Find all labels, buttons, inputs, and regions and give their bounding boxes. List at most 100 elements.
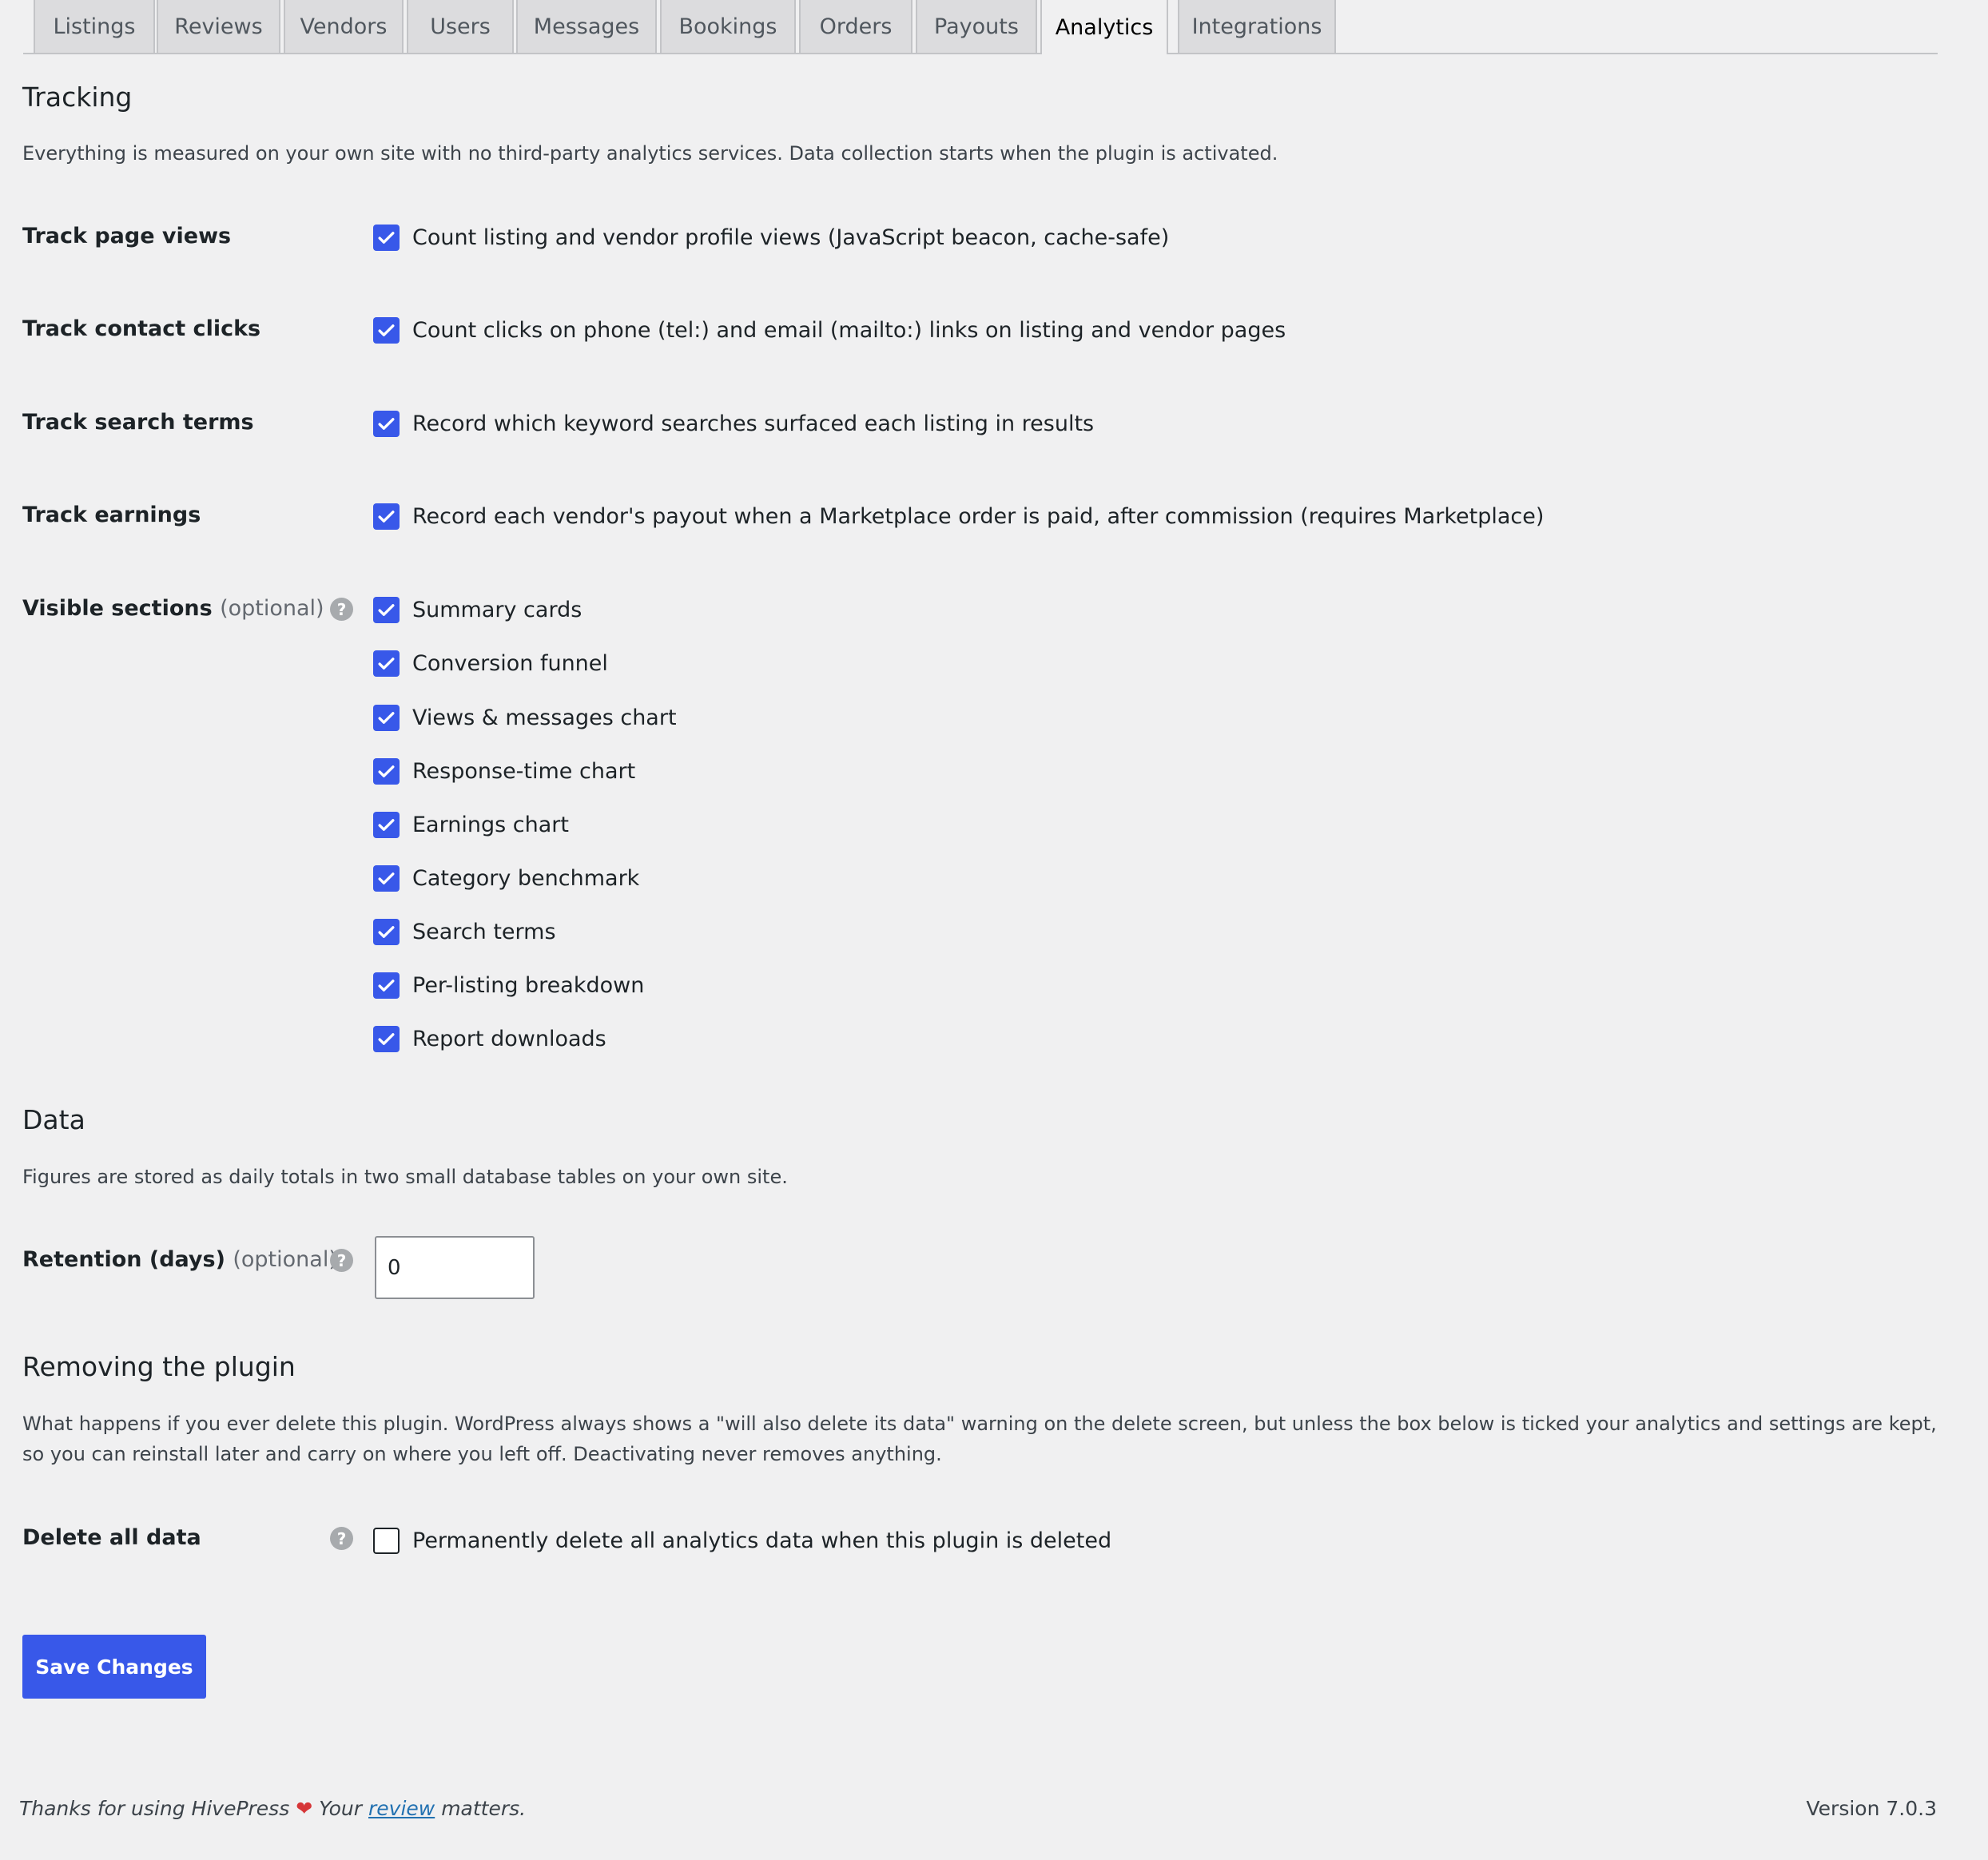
heart-icon: ❤ bbox=[296, 1797, 313, 1820]
tab-orders[interactable]: Orders bbox=[799, 0, 912, 53]
track-earnings-text: Record each vendor's payout when a Marke… bbox=[412, 503, 1545, 529]
tab-label: Bookings bbox=[678, 14, 777, 39]
section-checkbox[interactable] bbox=[373, 972, 400, 999]
version-text: Version 7.0.3 bbox=[1806, 1797, 1938, 1820]
checkmark-icon bbox=[378, 603, 395, 616]
checkmark-icon bbox=[378, 765, 395, 777]
save-changes-button[interactable]: Save Changes bbox=[22, 1635, 206, 1699]
tab-bookings[interactable]: Bookings bbox=[660, 0, 796, 53]
retention-days-input[interactable] bbox=[375, 1236, 535, 1299]
tab-messages[interactable]: Messages bbox=[516, 0, 657, 53]
tab-payouts[interactable]: Payouts bbox=[916, 0, 1037, 53]
checkmark-icon bbox=[378, 231, 395, 244]
track-contact-clicks-text: Count clicks on phone (tel:) and email (… bbox=[412, 317, 1286, 343]
track-earnings-option[interactable]: Record each vendor's payout when a Marke… bbox=[373, 500, 1544, 532]
settings-page: Listings Reviews Vendors Users Messages … bbox=[0, 0, 1988, 1860]
settings-tab-bar: Listings Reviews Vendors Users Messages … bbox=[23, 0, 1938, 54]
tab-label: Vendors bbox=[300, 14, 388, 39]
checkmark-icon bbox=[378, 510, 395, 523]
section-checkbox[interactable] bbox=[373, 757, 400, 785]
tab-users[interactable]: Users bbox=[407, 0, 514, 53]
section-checkbox[interactable] bbox=[373, 864, 400, 892]
footer-thanks: Thanks for using HivePress ❤ Your review… bbox=[19, 1797, 526, 1820]
section-option-label: Response-time chart bbox=[412, 758, 636, 784]
section-option-label: Conversion funnel bbox=[412, 650, 608, 676]
section-option-report-downloads[interactable]: Report downloads bbox=[373, 1023, 606, 1055]
checkmark-icon bbox=[378, 979, 395, 992]
section-option-label: Category benchmark bbox=[412, 865, 640, 891]
track-page-views-label: Track page views bbox=[22, 224, 232, 248]
section-option-label: Earnings chart bbox=[412, 812, 569, 837]
track-page-views-text: Count listing and vendor profile views (… bbox=[412, 225, 1170, 250]
removing-description: What happens if you ever delete this plu… bbox=[22, 1413, 1937, 1465]
checkmark-icon bbox=[378, 872, 395, 884]
data-heading: Data bbox=[22, 1104, 85, 1135]
section-option-label: Views & messages chart bbox=[412, 705, 677, 730]
checkmark-icon bbox=[378, 1032, 395, 1045]
tab-reviews[interactable]: Reviews bbox=[157, 0, 280, 53]
track-page-views-checkbox[interactable] bbox=[373, 224, 400, 251]
section-checkbox[interactable] bbox=[373, 1025, 400, 1052]
tab-label: Integrations bbox=[1191, 14, 1322, 39]
help-icon[interactable]: ? bbox=[330, 598, 353, 621]
section-option-label: Per-listing breakdown bbox=[412, 972, 645, 998]
section-checkbox[interactable] bbox=[373, 596, 400, 623]
section-option-search-terms[interactable]: Search terms bbox=[373, 916, 556, 948]
optional-tag: (optional) bbox=[233, 1247, 337, 1272]
section-option-earnings-chart[interactable]: Earnings chart bbox=[373, 809, 569, 841]
track-contact-clicks-option[interactable]: Count clicks on phone (tel:) and email (… bbox=[373, 314, 1286, 346]
tracking-description: Everything is measured on your own site … bbox=[22, 142, 1278, 165]
tab-vendors[interactable]: Vendors bbox=[284, 0, 404, 53]
retention-label: Retention (days) (optional) bbox=[22, 1247, 337, 1272]
delete-all-data-option[interactable]: Permanently delete all analytics data wh… bbox=[373, 1524, 1111, 1556]
section-option-views-messages-chart[interactable]: Views & messages chart bbox=[373, 701, 677, 733]
visible-sections-label: Visible sections (optional) bbox=[22, 596, 324, 621]
checkmark-icon bbox=[378, 818, 395, 831]
delete-all-data-text: Permanently delete all analytics data wh… bbox=[412, 1528, 1112, 1553]
checkmark-icon bbox=[378, 925, 395, 938]
section-option-category-benchmark[interactable]: Category benchmark bbox=[373, 862, 639, 894]
section-option-conversion-funnel[interactable]: Conversion funnel bbox=[373, 647, 608, 679]
review-link[interactable]: review bbox=[368, 1797, 435, 1820]
section-option-label: Summary cards bbox=[412, 597, 582, 622]
section-option-per-listing-breakdown[interactable]: Per-listing breakdown bbox=[373, 969, 644, 1001]
track-search-terms-label: Track search terms bbox=[22, 410, 254, 435]
tab-label: Listings bbox=[53, 14, 136, 39]
track-page-views-option[interactable]: Count listing and vendor profile views (… bbox=[373, 221, 1169, 253]
tab-label: Orders bbox=[819, 14, 893, 39]
help-icon[interactable]: ? bbox=[330, 1527, 353, 1550]
track-search-terms-text: Record which keyword searches surfaced e… bbox=[412, 411, 1095, 436]
optional-tag: (optional) bbox=[220, 596, 324, 621]
section-option-label: Report downloads bbox=[412, 1026, 606, 1051]
retention-label-text: Retention (days) bbox=[22, 1247, 225, 1272]
tab-analytics[interactable]: Analytics bbox=[1040, 0, 1168, 54]
checkmark-icon bbox=[378, 657, 395, 670]
tab-label: Users bbox=[430, 14, 491, 39]
delete-all-data-checkbox[interactable] bbox=[373, 1527, 400, 1554]
data-description: Figures are stored as daily totals in tw… bbox=[22, 1166, 788, 1188]
section-option-response-time-chart[interactable]: Response-time chart bbox=[373, 755, 635, 787]
tab-label: Payouts bbox=[934, 14, 1019, 39]
footer-thanks-text: Thanks for using HivePress bbox=[19, 1797, 290, 1820]
track-search-terms-option[interactable]: Record which keyword searches surfaced e… bbox=[373, 407, 1094, 439]
help-icon[interactable]: ? bbox=[330, 1249, 353, 1272]
section-checkbox[interactable] bbox=[373, 918, 400, 945]
delete-all-data-label: Delete all data bbox=[22, 1525, 201, 1550]
section-checkbox[interactable] bbox=[373, 704, 400, 731]
tab-listings[interactable]: Listings bbox=[34, 0, 155, 53]
tab-label: Reviews bbox=[174, 14, 263, 39]
checkmark-icon bbox=[378, 417, 395, 430]
checkmark-icon bbox=[378, 324, 395, 336]
section-option-summary-cards[interactable]: Summary cards bbox=[373, 594, 582, 626]
tab-label: Messages bbox=[533, 14, 640, 39]
footer-matters-text: matters. bbox=[441, 1797, 527, 1820]
section-checkbox[interactable] bbox=[373, 811, 400, 838]
track-contact-clicks-checkbox[interactable] bbox=[373, 316, 400, 344]
tab-label: Analytics bbox=[1055, 14, 1154, 40]
section-checkbox[interactable] bbox=[373, 650, 400, 677]
footer-your-text: Your bbox=[319, 1797, 363, 1820]
track-earnings-checkbox[interactable] bbox=[373, 503, 400, 530]
track-search-terms-checkbox[interactable] bbox=[373, 410, 400, 437]
tab-integrations[interactable]: Integrations bbox=[1178, 0, 1336, 53]
checkmark-icon bbox=[378, 711, 395, 724]
